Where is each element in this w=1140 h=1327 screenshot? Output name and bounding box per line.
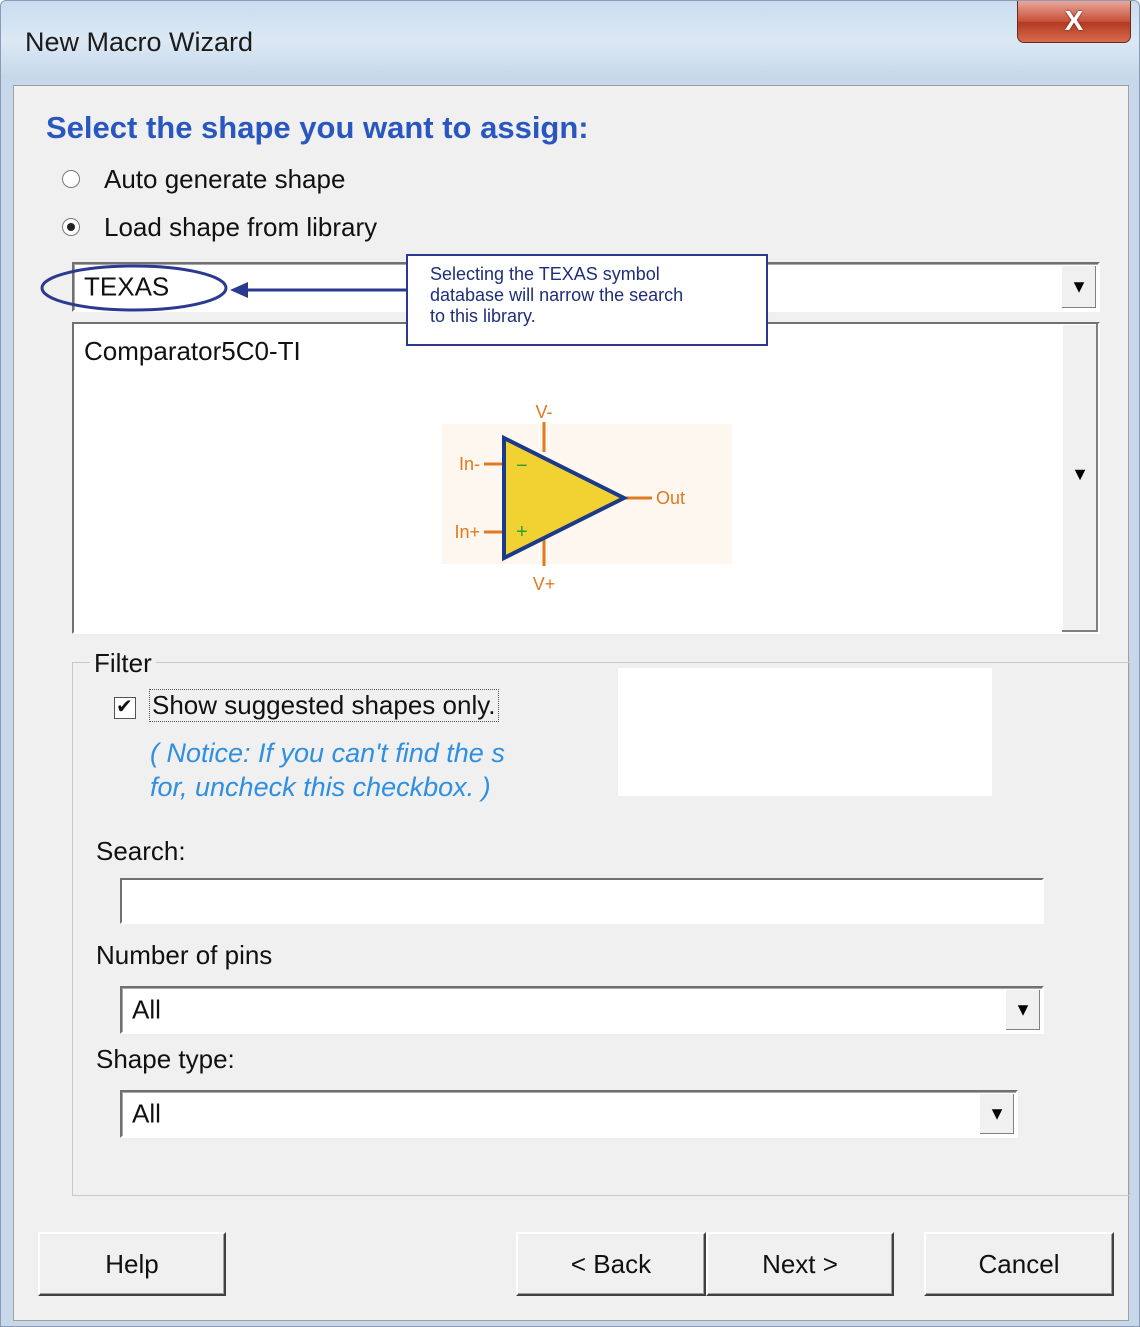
notice-line: ( Notice: If you can't find the s <box>150 738 505 768</box>
pins-value: All <box>132 994 161 1025</box>
annotation-callout: Selecting the TEXAS symbol database will… <box>406 254 768 346</box>
show-suggested-label[interactable]: Show suggested shapes only. <box>149 689 499 722</box>
comparator-symbol-preview: V- V+ In- In+ Out − + <box>442 402 732 594</box>
search-input[interactable] <box>120 878 1044 924</box>
pins-select[interactable]: All ▼ <box>120 986 1044 1034</box>
pin-label-out: Out <box>656 488 685 508</box>
shape-list[interactable]: Comparator5C0-TI V- V+ In- In+ Out − + ▼ <box>72 322 1100 634</box>
cancel-button[interactable]: Cancel <box>924 1232 1114 1296</box>
shape-type-select[interactable]: All ▼ <box>120 1090 1018 1138</box>
pins-dropdown-button[interactable]: ▼ <box>1005 990 1040 1030</box>
filter-title: Filter <box>90 648 156 679</box>
plus-sign-icon: + <box>516 521 528 543</box>
pin-label-top: V- <box>535 402 552 422</box>
redaction-box <box>618 668 992 796</box>
shape-type-dropdown-button[interactable]: ▼ <box>979 1094 1014 1134</box>
callout-line: Selecting the TEXAS symbol <box>430 264 660 284</box>
chevron-down-icon: ▼ <box>1071 464 1089 484</box>
pin-label-in-minus: In- <box>459 454 480 474</box>
pin-label-in-plus: In+ <box>454 522 480 542</box>
notice-line: for, uncheck this checkbox. ) <box>150 772 491 802</box>
notice-text: ( Notice: If you can't find the s for, un… <box>150 736 505 804</box>
help-button[interactable]: Help <box>38 1232 226 1296</box>
annotation-arrowhead <box>230 282 248 298</box>
back-button[interactable]: < Back <box>516 1232 706 1296</box>
show-suggested-checkbox[interactable] <box>114 694 136 719</box>
highlight-ellipse <box>40 264 228 312</box>
chevron-down-icon: ▼ <box>988 1103 1006 1124</box>
pin-label-bottom: V+ <box>533 574 556 594</box>
shape-type-value: All <box>132 1098 161 1129</box>
callout-line: database will narrow the search <box>430 285 684 305</box>
callout-line: to this library. <box>430 306 536 326</box>
next-button[interactable]: Next > <box>706 1232 894 1296</box>
shape-type-label: Shape type: <box>96 1044 235 1074</box>
search-label: Search: <box>96 836 186 866</box>
list-dropdown-button[interactable]: ▼ <box>1062 324 1098 632</box>
chevron-down-icon: ▼ <box>1014 999 1032 1020</box>
pins-label: Number of pins <box>96 940 273 970</box>
minus-sign-icon: − <box>516 455 528 477</box>
